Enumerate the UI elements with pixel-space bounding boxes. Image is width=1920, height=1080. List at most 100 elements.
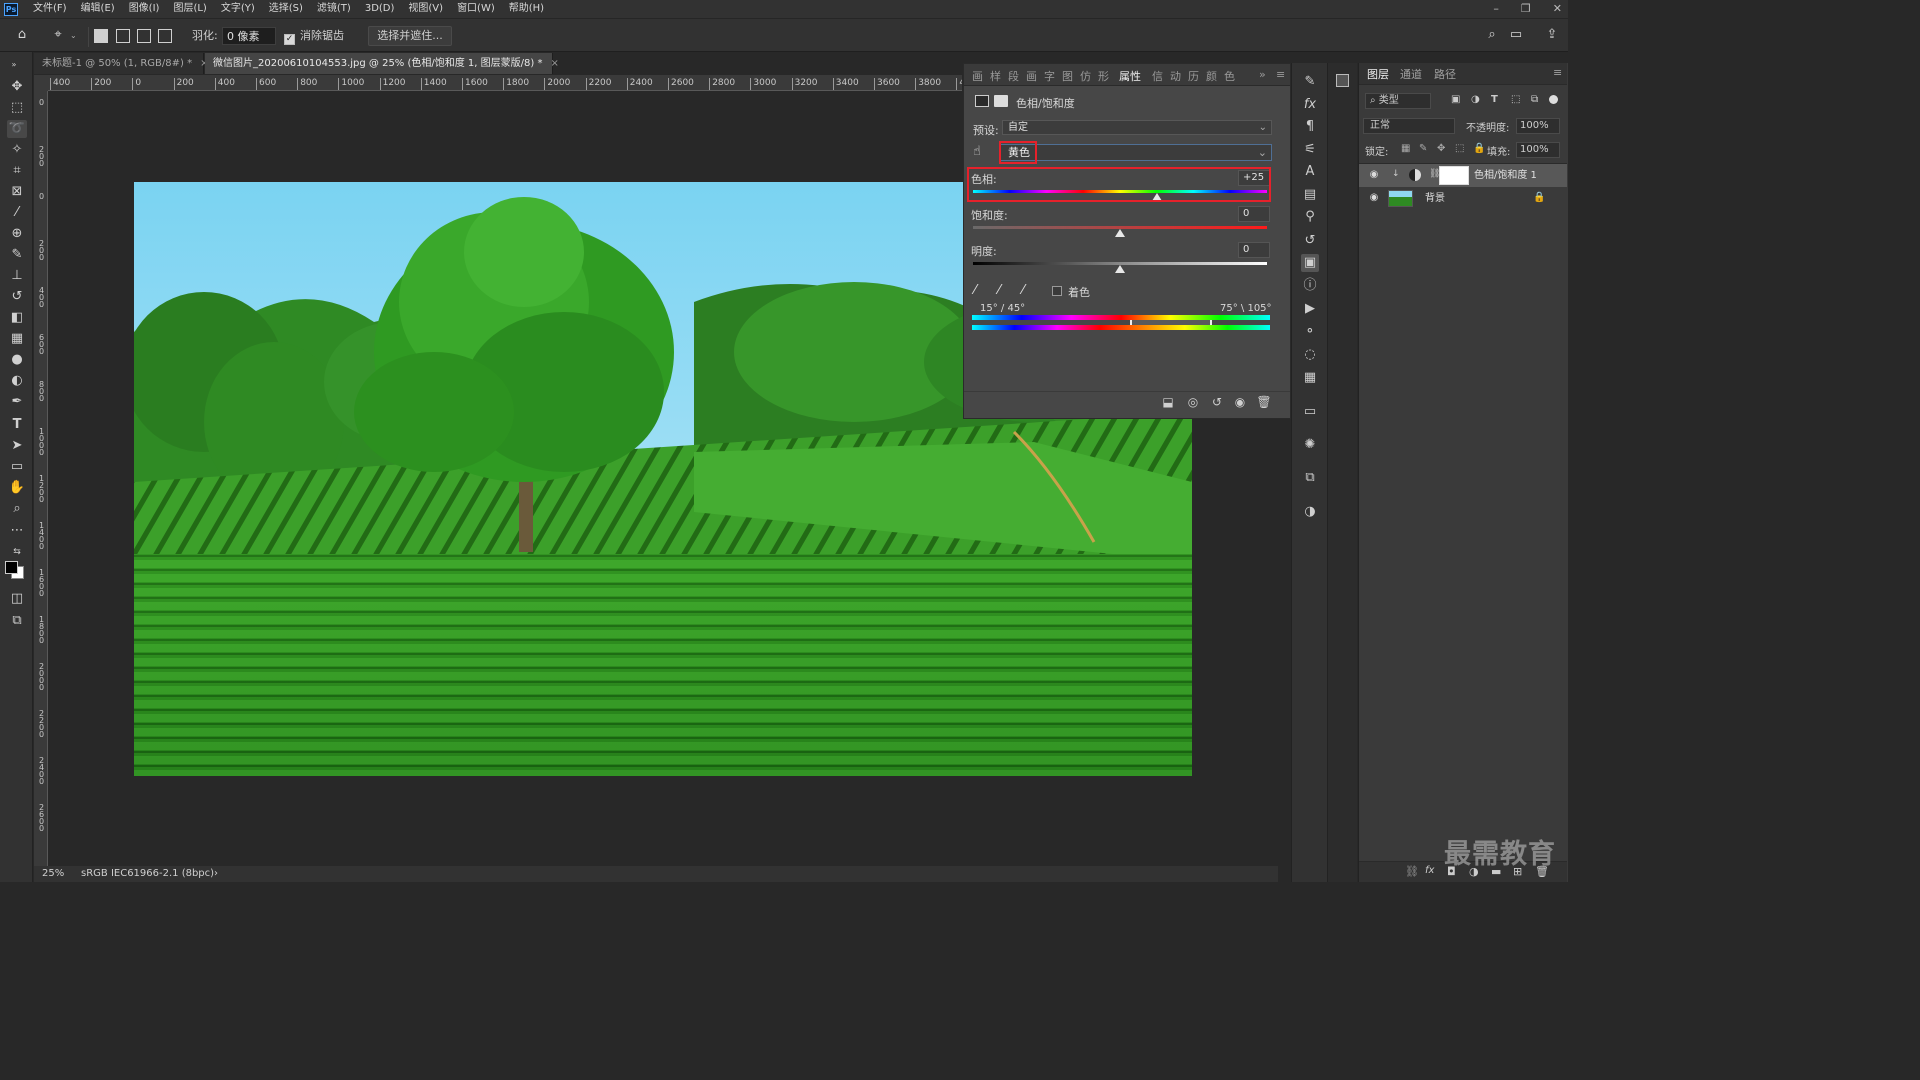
filter-pixel-icon[interactable]: ▣ <box>1451 94 1460 105</box>
actions-icon[interactable]: ▶ <box>1301 300 1319 318</box>
tab-brush[interactable]: 画 <box>972 68 983 84</box>
tab-character[interactable]: 字 <box>1044 68 1055 84</box>
tab-channels[interactable]: 通道 <box>1400 66 1422 82</box>
brush-preset-icon[interactable]: ✎ <box>1301 73 1319 91</box>
tab-clone-source[interactable]: 仿 <box>1080 68 1091 84</box>
3d-icon[interactable]: ✺ <box>1301 436 1319 454</box>
type-tool-icon[interactable]: T <box>7 416 27 434</box>
brush-tool-icon[interactable]: ✎ <box>7 246 27 264</box>
color-icon[interactable]: ◌ <box>1301 346 1319 364</box>
layer-filter-dropdown[interactable]: ⌕ 类型 <box>1365 93 1431 109</box>
menu-window[interactable]: 窗口(W) <box>450 0 502 18</box>
lock-transparent-icon[interactable]: ▦ <box>1401 143 1410 154</box>
new-selection-icon[interactable] <box>94 29 108 43</box>
tab-wechat-image[interactable]: 微信图片_20200610104553.jpg @ 25% (色相/饱和度 1,… <box>205 53 559 74</box>
eyedropper-minus-icon[interactable]: ⁄ <box>1022 283 1024 298</box>
dodge-tool-icon[interactable]: ◐ <box>7 372 27 390</box>
menu-file[interactable]: 文件(F) <box>26 0 74 18</box>
tab-untitled-1[interactable]: 未标题-1 @ 50% (1, RGB/8#) *× <box>34 53 209 74</box>
visibility-eye-icon[interactable]: ◉ <box>1368 193 1380 203</box>
chevron-down-icon[interactable]: ⌄ <box>70 27 77 45</box>
tab-layers[interactable]: 图层 <box>1367 66 1389 82</box>
notes-icon[interactable]: ▭ <box>1301 403 1319 421</box>
link-layers-icon[interactable]: ⛓ <box>1405 865 1419 878</box>
properties-icon[interactable]: ▣ <box>1301 254 1319 272</box>
antialias-checkbox[interactable]: ✓ <box>284 27 295 45</box>
glyphs-icon[interactable]: ▤ <box>1301 186 1319 204</box>
saturation-slider-thumb[interactable] <box>1115 229 1125 237</box>
filter-adjustment-icon[interactable]: ◑ <box>1471 94 1480 105</box>
zoom-tool-icon[interactable]: ⌕ <box>7 500 27 518</box>
tab-brush-settings[interactable]: 画 <box>1026 68 1037 84</box>
lock-image-icon[interactable]: ✎ <box>1419 143 1427 154</box>
view-previous-state-icon[interactable]: ◎ <box>1185 394 1201 410</box>
menu-3d[interactable]: 3D(D) <box>358 0 402 18</box>
tab-properties[interactable]: 属性 <box>1119 68 1141 84</box>
clip-to-layer-icon[interactable]: ⬓ <box>1160 394 1176 410</box>
expand-toolbar-icon[interactable]: » <box>4 56 24 74</box>
quick-mask-icon[interactable]: ◫ <box>7 590 27 608</box>
menu-layer[interactable]: 图层(L) <box>166 0 213 18</box>
collapse-panels-icon[interactable]: » <box>1259 68 1266 81</box>
home-icon[interactable]: ⌂ <box>14 27 30 43</box>
eyedropper-icon[interactable]: ⁄ <box>974 283 976 298</box>
menu-view[interactable]: 视图(V) <box>401 0 450 18</box>
foreground-color-swatch[interactable] <box>5 561 18 574</box>
lock-all-icon[interactable]: 🔒 <box>1473 143 1485 154</box>
restore-button[interactable]: ❐ <box>1521 0 1531 18</box>
add-selection-icon[interactable] <box>116 29 130 43</box>
mask-icon[interactable] <box>994 95 1008 107</box>
menu-filter[interactable]: 滤镜(T) <box>310 0 358 18</box>
blend-mode-dropdown[interactable]: 正常 <box>1363 118 1455 134</box>
lasso-tool-preset-icon[interactable]: ⌖ <box>50 27 66 43</box>
search-icon[interactable]: ⌕ <box>1484 27 1500 43</box>
move-tool-icon[interactable]: ✥ <box>7 78 27 96</box>
feather-input[interactable]: 0 像素 <box>222 27 276 45</box>
visibility-icon[interactable]: ◉ <box>1232 394 1248 410</box>
workspace-icon[interactable]: ▭ <box>1508 27 1524 43</box>
close-icon[interactable]: × <box>550 58 558 69</box>
healing-brush-tool-icon[interactable]: ⊕ <box>7 225 27 243</box>
tab-actions[interactable]: 动 <box>1170 68 1181 84</box>
marquee-tool-icon[interactable]: ⬚ <box>7 99 27 117</box>
layer-name[interactable]: 色相/饱和度 1 <box>1474 164 1537 187</box>
rectangle-tool-icon[interactable]: ▭ <box>7 458 27 476</box>
close-button[interactable]: ✕ <box>1553 0 1562 18</box>
libraries-icon[interactable]: ⧉ <box>1301 469 1319 487</box>
filter-type-icon[interactable]: T <box>1491 94 1498 105</box>
preset-dropdown[interactable]: 自定 ⌄ <box>1002 120 1272 135</box>
magic-wand-tool-icon[interactable]: ✧ <box>7 141 27 159</box>
history-icon[interactable]: ↺ <box>1301 232 1319 250</box>
zoom-level[interactable]: 25% <box>42 866 64 882</box>
swatches-icon[interactable]: ⚬ <box>1301 323 1319 341</box>
pen-tool-icon[interactable]: ✒ <box>7 393 27 411</box>
tab-info[interactable]: 信 <box>1152 68 1163 84</box>
share-icon[interactable]: ⇪ <box>1544 27 1560 43</box>
reset-icon[interactable]: ↺ <box>1209 394 1225 410</box>
screen-mode-icon[interactable]: ⧉ <box>7 612 27 630</box>
tab-shape[interactable]: 形 <box>1098 68 1109 84</box>
colorize-checkbox[interactable] <box>1052 286 1062 296</box>
blur-tool-icon[interactable]: ● <box>7 351 27 369</box>
adjustment-presets-icon[interactable]: ◑ <box>1301 503 1319 521</box>
lightness-input[interactable]: 0 <box>1238 242 1270 258</box>
filter-smart-object-icon[interactable]: ⧉ <box>1531 94 1538 105</box>
status-arrow-icon[interactable]: › <box>214 866 218 882</box>
menu-type[interactable]: 文字(Y) <box>214 0 262 18</box>
saturation-input[interactable]: 0 <box>1238 206 1270 222</box>
table-icon[interactable]: ▦ <box>1301 369 1319 387</box>
layer-mask-thumbnail[interactable] <box>1439 166 1469 185</box>
menu-image[interactable]: 图像(I) <box>122 0 167 18</box>
gradient-tool-icon[interactable]: ▦ <box>7 330 27 348</box>
tab-paths[interactable]: 路径 <box>1434 66 1456 82</box>
clone-source-icon[interactable]: ⚲ <box>1301 208 1319 226</box>
panel-menu-icon[interactable]: ≡ <box>1553 66 1562 79</box>
eraser-tool-icon[interactable]: ◧ <box>7 309 27 327</box>
menu-help[interactable]: 帮助(H) <box>502 0 551 18</box>
info-icon[interactable]: ⓘ <box>1301 277 1319 295</box>
lasso-tool-icon[interactable]: ➰ <box>7 120 27 138</box>
intersect-selection-icon[interactable] <box>158 29 172 43</box>
tab-glyphs[interactable]: 图 <box>1062 68 1073 84</box>
visibility-eye-icon[interactable]: ◉ <box>1368 170 1380 180</box>
tab-paragraph[interactable]: 段 <box>1008 68 1019 84</box>
